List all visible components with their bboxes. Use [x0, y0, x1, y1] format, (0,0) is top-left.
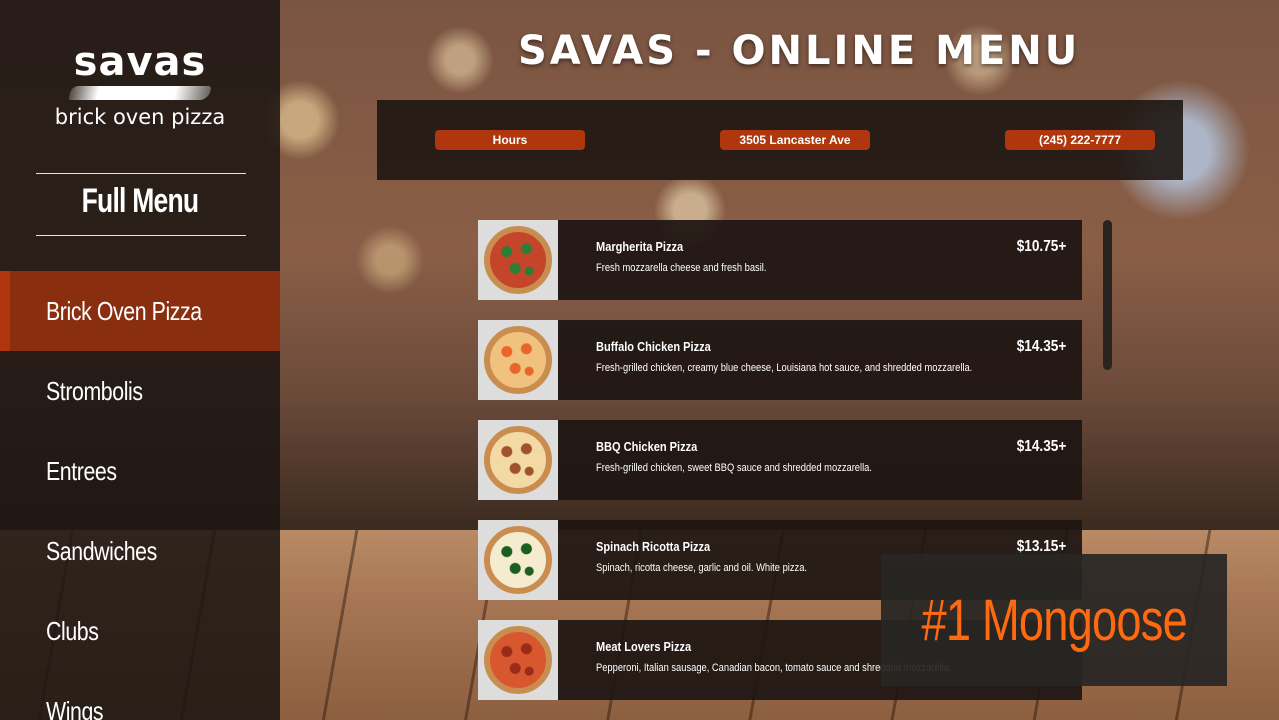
sidebar-item-label: Brick Oven Pizza — [46, 295, 202, 326]
menu-item-details: Buffalo Chicken Pizza Fresh-grilled chic… — [558, 320, 1082, 400]
pizza-icon — [484, 326, 552, 394]
menu-item-price: $14.35+ — [1016, 338, 1066, 355]
brand-logo[interactable]: savas brick oven pizza — [0, 40, 280, 130]
full-menu-heading: Full Menu — [81, 182, 200, 220]
brand-tagline: brick oven pizza — [54, 105, 226, 129]
menu-item-name: Meat Lovers Pizza — [596, 639, 692, 654]
sidebar-item-wings[interactable]: Wings — [0, 671, 280, 720]
page-title: SAVAS - ONLINE MENU — [518, 28, 1081, 74]
phone-button[interactable]: (245) 222-7777 — [1005, 130, 1155, 150]
divider-bottom — [36, 235, 246, 236]
overlay-badge: #1 Mongoose — [881, 554, 1227, 686]
menu-item-bbq-chicken[interactable]: BBQ Chicken Pizza Fresh-grilled chicken,… — [478, 420, 1082, 500]
sidebar-item-clubs[interactable]: Clubs — [0, 591, 280, 671]
menu-item-buffalo-chicken[interactable]: Buffalo Chicken Pizza Fresh-grilled chic… — [478, 320, 1082, 400]
menu-item-details: BBQ Chicken Pizza Fresh-grilled chicken,… — [558, 420, 1082, 500]
pizza-image — [478, 220, 558, 300]
sidebar-item-label: Sandwiches — [46, 535, 157, 566]
pizza-icon — [484, 626, 552, 694]
pizza-image — [478, 420, 558, 500]
sidebar-item-label: Wings — [46, 695, 104, 720]
menu-item-name: Buffalo Chicken Pizza — [596, 339, 711, 354]
pizza-icon — [484, 426, 552, 494]
menu-scrollbar[interactable] — [1103, 220, 1112, 370]
brand-name: savas — [73, 39, 207, 85]
menu-item-margherita[interactable]: Margherita Pizza Fresh mozzarella cheese… — [478, 220, 1082, 300]
category-nav: Brick Oven Pizza Strombolis Entrees Sand… — [0, 271, 280, 720]
sidebar: savas brick oven pizza Full Menu Brick O… — [0, 0, 280, 720]
sidebar-item-sandwiches[interactable]: Sandwiches — [0, 511, 280, 591]
sidebar-item-label: Strombolis — [46, 375, 143, 406]
menu-item-name: BBQ Chicken Pizza — [596, 439, 698, 454]
menu-item-description: Fresh-grilled chicken, creamy blue chees… — [596, 362, 973, 374]
pizza-image — [478, 520, 558, 600]
address-button[interactable]: 3505 Lancaster Ave — [720, 130, 870, 150]
menu-item-description: Fresh-grilled chicken, sweet BBQ sauce a… — [596, 462, 872, 474]
pizza-icon — [484, 226, 552, 294]
sidebar-item-strombolis[interactable]: Strombolis — [0, 351, 280, 431]
hours-button[interactable]: Hours — [435, 130, 585, 150]
menu-item-description: Fresh mozzarella cheese and fresh basil. — [596, 262, 767, 274]
menu-item-price: $14.35+ — [1016, 438, 1066, 455]
menu-item-price: $10.75+ — [1016, 238, 1066, 255]
menu-item-details: Margherita Pizza Fresh mozzarella cheese… — [558, 220, 1082, 300]
sidebar-item-entrees[interactable]: Entrees — [0, 431, 280, 511]
brush-stroke-decoration — [68, 86, 212, 100]
pizza-image — [478, 620, 558, 700]
pizza-icon — [484, 526, 552, 594]
divider-top — [36, 173, 246, 174]
info-bar: Hours 3505 Lancaster Ave (245) 222-7777 — [377, 100, 1183, 180]
sidebar-item-label: Clubs — [46, 615, 99, 646]
menu-item-name: Margherita Pizza — [596, 239, 684, 254]
overlay-badge-text: #1 Mongoose — [921, 587, 1187, 653]
menu-item-name: Spinach Ricotta Pizza — [596, 539, 711, 554]
sidebar-item-brick-oven-pizza[interactable]: Brick Oven Pizza — [0, 271, 280, 351]
sidebar-item-label: Entrees — [46, 455, 117, 486]
pizza-image — [478, 320, 558, 400]
